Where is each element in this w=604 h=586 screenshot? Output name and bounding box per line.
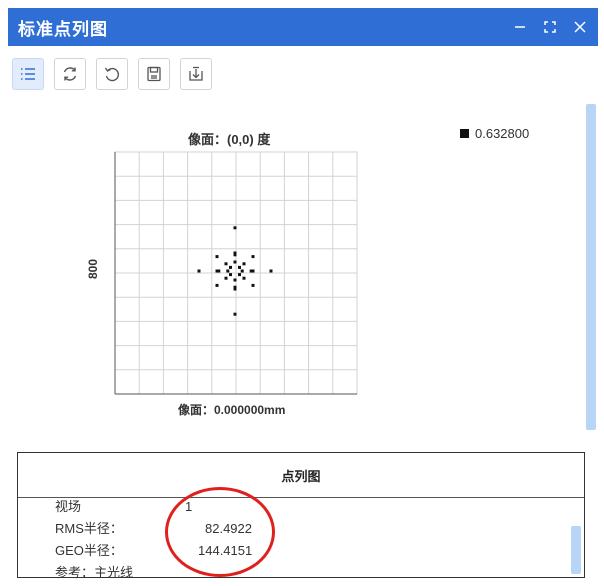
spot-point xyxy=(217,269,221,273)
table-row: RMS半径： 82.4922 xyxy=(55,518,252,537)
spot-point xyxy=(233,260,237,264)
spot-point xyxy=(197,269,201,273)
spot-point xyxy=(238,273,241,277)
spot-point xyxy=(229,265,232,269)
results-table: 点列图 xyxy=(17,452,585,578)
spot-point xyxy=(251,283,255,287)
spot-point xyxy=(251,255,255,259)
spot-point xyxy=(226,269,230,273)
table-title: 点列图 xyxy=(18,453,584,498)
spot-point xyxy=(238,265,241,269)
row-value: 1 xyxy=(185,499,193,514)
spot-point xyxy=(233,278,237,282)
table-scrollbar[interactable] xyxy=(571,526,581,574)
spot-point xyxy=(224,276,228,280)
spot-point xyxy=(233,312,237,316)
row-key: 参考：主光线 xyxy=(55,565,134,580)
table-row: 视场 1 xyxy=(55,496,192,515)
table-row: GEO半径： 144.4151 xyxy=(55,540,252,559)
spot-point xyxy=(215,255,219,259)
spot-point xyxy=(215,283,219,287)
table-row: 参考：主光线 xyxy=(55,562,155,581)
row-key: GEO半径： xyxy=(55,543,123,558)
spot-point xyxy=(233,226,237,230)
chart-points xyxy=(197,226,273,316)
spot-point xyxy=(224,262,228,266)
chart-grid xyxy=(114,151,358,395)
row-value: 144.4151 xyxy=(198,543,253,558)
spot-point xyxy=(233,253,237,257)
spot-point xyxy=(242,276,246,280)
row-value: 82.4922 xyxy=(205,521,252,536)
spot-point xyxy=(240,269,244,273)
spot-point xyxy=(269,269,273,273)
spot-point xyxy=(242,262,246,266)
spot-point xyxy=(229,273,232,277)
row-key: 视场 xyxy=(55,499,82,514)
spot-point xyxy=(233,287,237,291)
spot-point xyxy=(251,269,255,273)
row-key: RMS半径： xyxy=(55,521,123,536)
